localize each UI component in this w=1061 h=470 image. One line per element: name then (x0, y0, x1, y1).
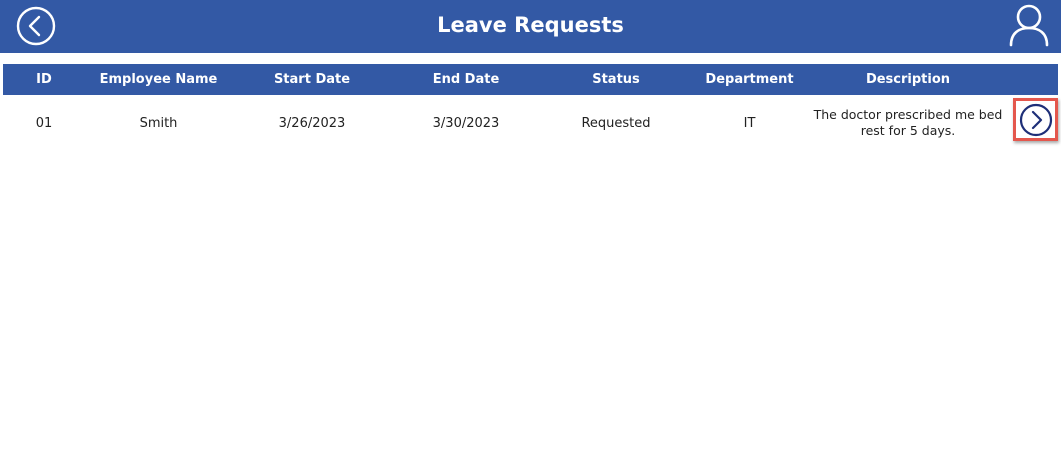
chevron-left-circle-icon (16, 6, 56, 46)
cell-employee-name: Smith (139, 115, 178, 131)
table-row: 01 Smith 3/26/2023 3/30/2023 Requested I… (3, 95, 1058, 151)
column-header-status: Status (592, 72, 640, 87)
column-header-id: ID (36, 72, 52, 87)
back-button[interactable] (16, 6, 56, 46)
cell-department: IT (743, 115, 756, 131)
column-header-employee-name: Employee Name (99, 72, 218, 87)
column-header-end-date: End Date (432, 72, 500, 87)
column-header-department: Department (705, 72, 794, 87)
column-header-start-date: Start Date (273, 72, 351, 87)
table-header: ID Employee Name Start Date End Date Sta… (3, 64, 1058, 95)
page-title: Leave Requests (437, 13, 624, 37)
chevron-right-circle-icon (1019, 103, 1052, 136)
cell-status: Requested (581, 115, 651, 131)
cell-start-date: 3/26/2023 (278, 115, 346, 131)
cell-end-date: 3/30/2023 (432, 115, 500, 131)
header-bar: Leave Requests (0, 0, 1061, 53)
user-profile-button[interactable] (1006, 3, 1052, 47)
user-icon (1009, 4, 1049, 47)
leave-requests-table: ID Employee Name Start Date End Date Sta… (3, 64, 1058, 151)
view-details-button[interactable] (1013, 98, 1058, 141)
cell-description: The doctor prescribed me bed rest for 5 … (813, 107, 1003, 138)
column-header-description: Description (865, 72, 951, 87)
cell-action (1009, 95, 1058, 151)
leave-requests-screen: Leave Requests ID Employee Name Start Da… (0, 0, 1061, 470)
cell-id: 01 (35, 115, 53, 131)
